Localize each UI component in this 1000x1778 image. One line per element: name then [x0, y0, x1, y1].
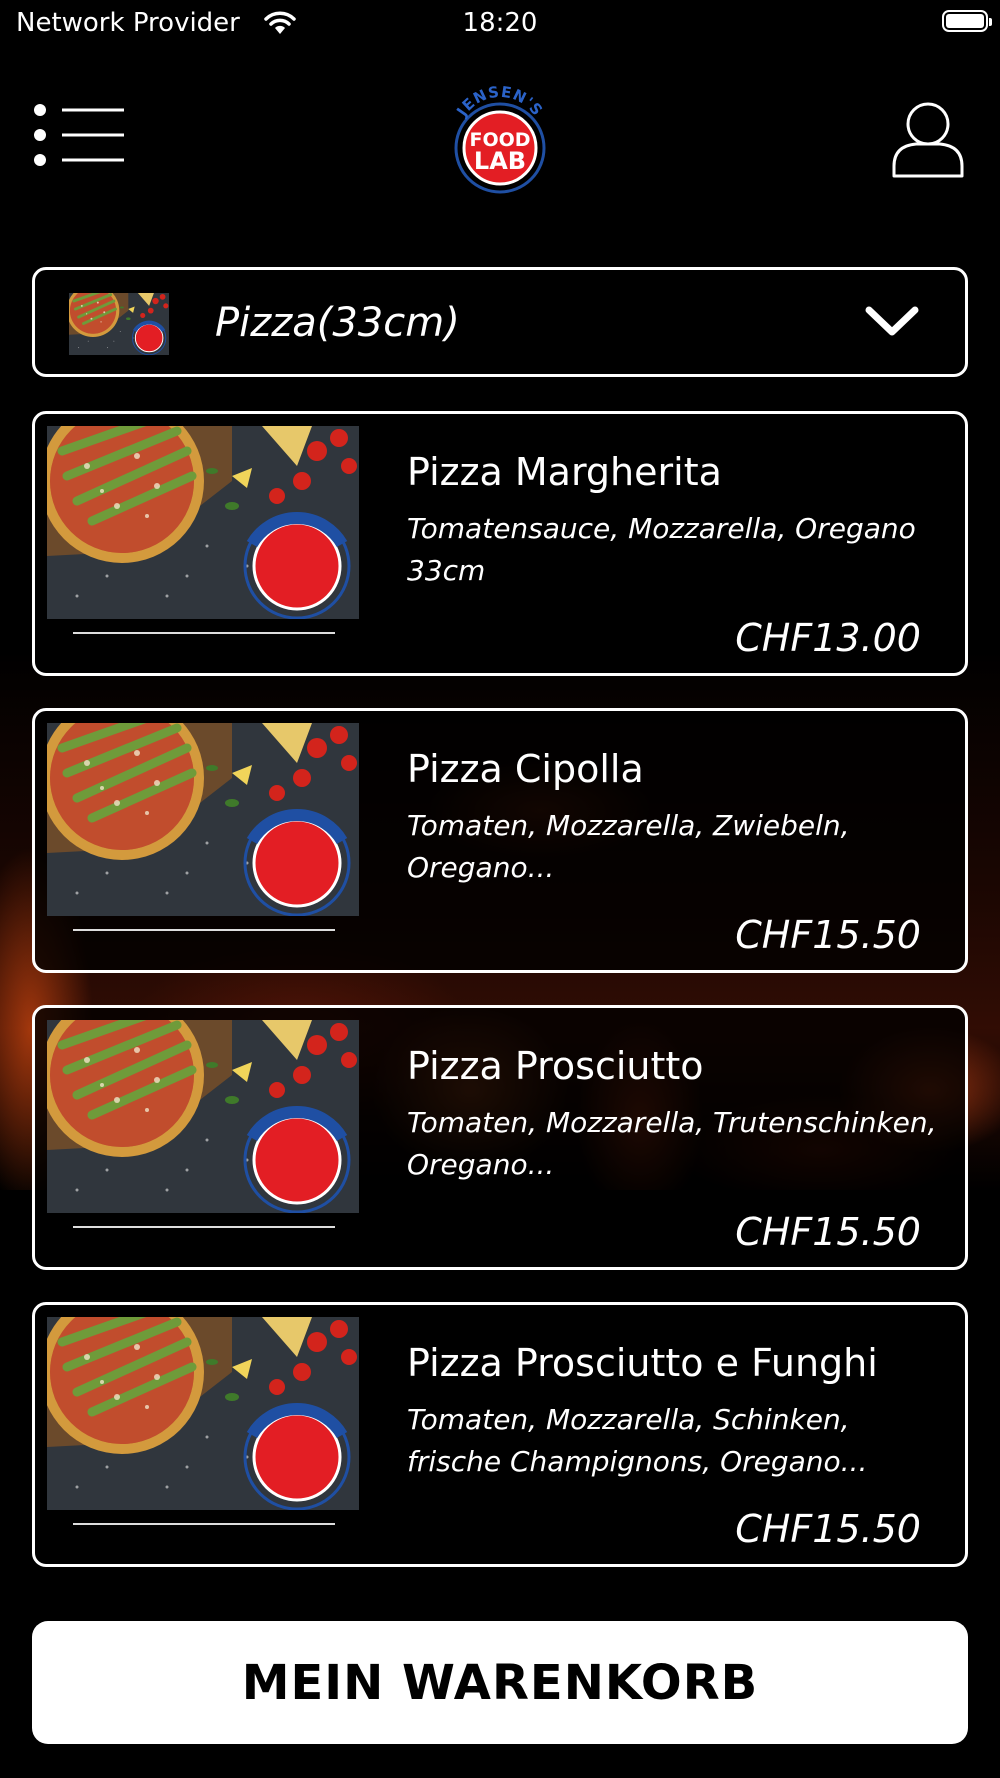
cart-button[interactable]: MEIN WARENKORB [32, 1621, 968, 1744]
category-thumbnail [69, 293, 169, 355]
product-description: Tomaten, Mozzarella, Schinken, frische C… [407, 1403, 868, 1478]
product-price: CHF15.50 [735, 913, 921, 957]
product-description: Tomaten, Mozzarella, Trutenschinken, Ore… [407, 1106, 937, 1181]
product-description: Tomaten, Mozzarella, Zwiebeln, Oregano..… [407, 809, 850, 884]
image-divider [73, 929, 335, 931]
product-card[interactable]: Pizza Margherita Tomatensauce, Mozzarell… [32, 411, 968, 676]
user-icon [892, 102, 964, 178]
product-name: Pizza Margherita [407, 450, 722, 494]
status-bar: Network Provider 18:20 [0, 0, 1000, 50]
product-image [47, 426, 359, 619]
product-list: Pizza Margherita Tomatensauce, Mozzarell… [32, 411, 968, 1599]
product-card[interactable]: Pizza Prosciutto Tomaten, Mozzarella, Tr… [32, 1005, 968, 1270]
list-menu-icon [34, 104, 124, 166]
product-name: Pizza Prosciutto e Funghi [407, 1341, 878, 1385]
product-name: Pizza Cipolla [407, 747, 644, 791]
product-price: CHF15.50 [735, 1210, 921, 1254]
product-card[interactable]: Pizza Prosciutto e Funghi Tomaten, Mozza… [32, 1302, 968, 1567]
brand-logo: JENSEN'S FOOD LAB [445, 83, 555, 196]
image-divider [73, 632, 335, 634]
category-dropdown[interactable]: Pizza(33cm) [32, 267, 968, 377]
image-divider [73, 1523, 335, 1525]
account-button[interactable] [890, 100, 966, 180]
status-time: 18:20 [462, 8, 538, 38]
product-image [47, 1020, 359, 1213]
image-divider [73, 1226, 335, 1228]
svg-text:LAB: LAB [474, 147, 526, 175]
product-name: Pizza Prosciutto [407, 1044, 704, 1088]
category-label: Pizza(33cm) [215, 300, 460, 346]
menu-button[interactable] [34, 104, 126, 170]
product-image [47, 1317, 359, 1510]
product-image [47, 723, 359, 916]
product-card[interactable]: Pizza Cipolla Tomaten, Mozzarella, Zwieb… [32, 708, 968, 973]
product-price: CHF13.00 [735, 616, 921, 660]
product-description: Tomatensauce, Mozzarella, Oregano 33cm [407, 512, 916, 587]
battery-icon [942, 10, 992, 32]
product-price: CHF15.50 [735, 1507, 921, 1551]
chevron-down-icon[interactable] [865, 304, 919, 338]
